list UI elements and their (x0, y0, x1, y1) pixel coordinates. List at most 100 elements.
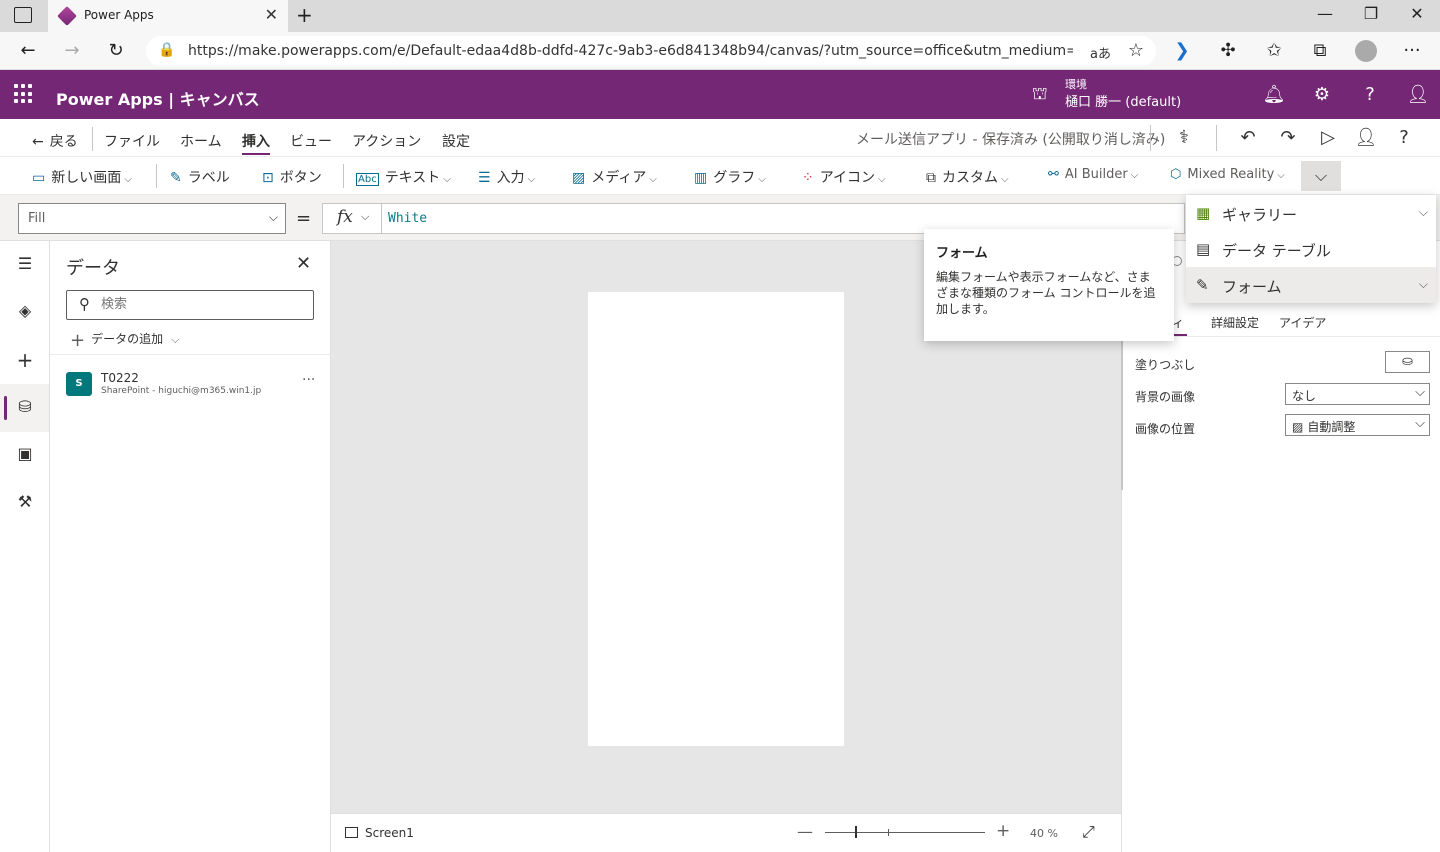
hamburger-menu-icon[interactable]: ☰ (13, 254, 37, 278)
tab-actions-icon[interactable] (14, 7, 32, 23)
extension-icon[interactable]: ❯ (1170, 40, 1194, 61)
preview-play-icon[interactable]: ▷ (1316, 127, 1340, 148)
custom-button[interactable]: ⧉ カスタム ⌵ (926, 167, 1009, 187)
toolbar-divider (1150, 125, 1151, 151)
rail-active-indicator (4, 396, 7, 420)
read-aloud-icon[interactable]: aあ (1090, 43, 1111, 62)
menu-action[interactable]: アクション (352, 131, 421, 151)
flyout-item-form[interactable]: ✎ フォーム ⌵ (1186, 267, 1436, 303)
url-text[interactable]: https://make.powerapps.com/e/Default-eda… (188, 43, 1073, 59)
ribbon-more-chevron-icon[interactable]: ⌵ (1301, 161, 1341, 191)
data-search-field[interactable]: ⚲ (66, 290, 314, 320)
back-arrow-icon: ← (32, 134, 44, 150)
ribbon-divider (343, 164, 344, 188)
media-rail-icon[interactable]: ▣ (13, 444, 37, 468)
help-question-icon[interactable]: ? (1392, 127, 1416, 148)
environment-name[interactable]: 樋口 勝一 (default) (1065, 91, 1181, 110)
back-icon[interactable]: ← (16, 40, 40, 61)
text-button[interactable]: Abc テキスト ⌵ (356, 167, 451, 187)
advanced-tools-icon[interactable]: ⚒ (13, 492, 37, 516)
button-button[interactable]: ⊡ ボタン (262, 167, 322, 187)
extensions-puzzle-icon[interactable]: ✣ (1216, 40, 1240, 61)
chart-icon: ▥ (694, 170, 708, 186)
properties-scrollbar[interactable] (1121, 340, 1123, 490)
icons-button[interactable]: ⁘ アイコン ⌵ (802, 167, 886, 187)
share-user-icon[interactable]: 👤︎ (1354, 127, 1378, 148)
image-position-dropdown[interactable]: ▨ 自動調整 ⌵ (1285, 414, 1430, 436)
zoom-out-icon[interactable]: — (797, 822, 813, 841)
minimize-icon[interactable]: — (1302, 4, 1348, 23)
data-source-name[interactable]: T0222 (101, 371, 139, 385)
back-label: 戻る (49, 134, 78, 150)
zoom-in-icon[interactable]: + (996, 821, 1010, 841)
flyout-item-gallery[interactable]: ▦ ギャラリー ⌵ (1186, 195, 1436, 231)
more-options-icon[interactable]: ··· (302, 372, 315, 388)
refresh-icon[interactable]: ↻ (104, 40, 128, 61)
media-button[interactable]: ▨ メディア ⌵ (572, 167, 657, 187)
settings-gear-icon[interactable]: ⚙ (1310, 84, 1334, 105)
zoom-slider-tick (888, 829, 889, 836)
window-close-icon[interactable]: ✕ (1394, 4, 1440, 23)
zoom-slider-handle[interactable] (855, 826, 857, 838)
input-button[interactable]: ☰ 入力 ⌵ (478, 167, 535, 187)
media-icon: ▨ (572, 170, 586, 186)
app-launcher-icon[interactable] (14, 84, 34, 104)
formula-value: White (388, 211, 428, 226)
background-image-dropdown[interactable]: なし ⌵ (1285, 383, 1430, 405)
flyout-item-data-table[interactable]: ▤ データ テーブル (1186, 231, 1436, 267)
new-screen-button[interactable]: ▭ 新しい画面 ⌵ (32, 167, 132, 187)
favorites-icon[interactable]: ✩ (1262, 40, 1286, 61)
fill-color-picker[interactable]: ⛀ (1385, 351, 1430, 373)
app-checker-icon[interactable]: ⚕ (1172, 127, 1196, 148)
label-icon: ✎ (170, 170, 182, 186)
new-screen-icon: ▭ (32, 170, 46, 186)
browser-tab[interactable]: Power Apps ✕ (48, 0, 288, 32)
menu-settings[interactable]: 設定 (442, 131, 470, 151)
browser-menu-icon[interactable]: ··· (1400, 40, 1424, 61)
paint-bucket-icon: ⛀ (1402, 354, 1413, 369)
redo-icon[interactable]: ↷ (1276, 127, 1300, 148)
undo-icon[interactable]: ↶ (1236, 127, 1260, 148)
screen-selector[interactable]: Screen1 (365, 826, 414, 840)
restore-icon[interactable]: ❐ (1348, 4, 1394, 23)
menu-home[interactable]: ホーム (180, 131, 222, 151)
data-database-icon[interactable]: ⛁ (13, 397, 37, 421)
add-data-button[interactable]: + データの追加 ⌵ (70, 330, 179, 351)
fx-button[interactable]: fx ⌵ (322, 203, 382, 234)
zoom-level[interactable]: 40 % (1030, 827, 1058, 840)
menu-file[interactable]: ファイル (104, 131, 160, 151)
menu-insert[interactable]: 挿入 (242, 131, 270, 155)
close-tab-icon[interactable]: ✕ (265, 5, 278, 24)
menu-divider (92, 127, 93, 151)
tab-ideas[interactable]: アイデア (1279, 314, 1326, 331)
new-tab-icon[interactable]: + (296, 3, 313, 27)
insert-plus-icon[interactable]: + (13, 348, 37, 372)
favorite-add-icon[interactable]: ☆ (1124, 40, 1148, 61)
property-dropdown[interactable]: Fill ⌵ (18, 203, 286, 234)
notifications-icon[interactable]: 🔔︎ (1262, 84, 1286, 105)
ai-builder-button[interactable]: ⚯ AI Builder ⌵ (1048, 167, 1138, 182)
tab-advanced[interactable]: 詳細設定 (1211, 314, 1259, 331)
fit-to-window-icon[interactable]: ⤢ (1082, 822, 1095, 842)
forward-icon[interactable]: → (60, 40, 84, 61)
data-pane-title: データ (66, 258, 120, 279)
toolbar-divider (1216, 125, 1217, 151)
environment-icon[interactable]: ⛫ (1032, 84, 1048, 106)
lock-icon[interactable]: 🔒 (158, 42, 175, 58)
menu-view[interactable]: ビュー (290, 131, 332, 151)
collections-icon[interactable]: ⧉ (1308, 40, 1332, 61)
tree-view-layers-icon[interactable]: ◈ (13, 301, 37, 325)
close-pane-icon[interactable]: ✕ (296, 253, 311, 274)
ai-builder-icon: ⚯ (1048, 167, 1059, 182)
user-account-icon[interactable]: 👤︎ (1406, 84, 1430, 105)
zoom-slider-track[interactable] (825, 832, 985, 833)
label-button[interactable]: ✎ ラベル (170, 167, 230, 187)
mixed-reality-button[interactable]: ⬡ Mixed Reality ⌵ (1170, 167, 1285, 182)
app-screen[interactable] (588, 292, 844, 746)
search-input[interactable] (101, 296, 301, 311)
chart-button[interactable]: ▥ グラフ ⌵ (694, 167, 766, 187)
back-button[interactable]: ← 戻る (32, 131, 78, 151)
help-icon[interactable]: ? (1358, 84, 1382, 105)
chevron-down-icon: ⌵ (268, 210, 278, 224)
profile-avatar[interactable] (1355, 40, 1377, 62)
